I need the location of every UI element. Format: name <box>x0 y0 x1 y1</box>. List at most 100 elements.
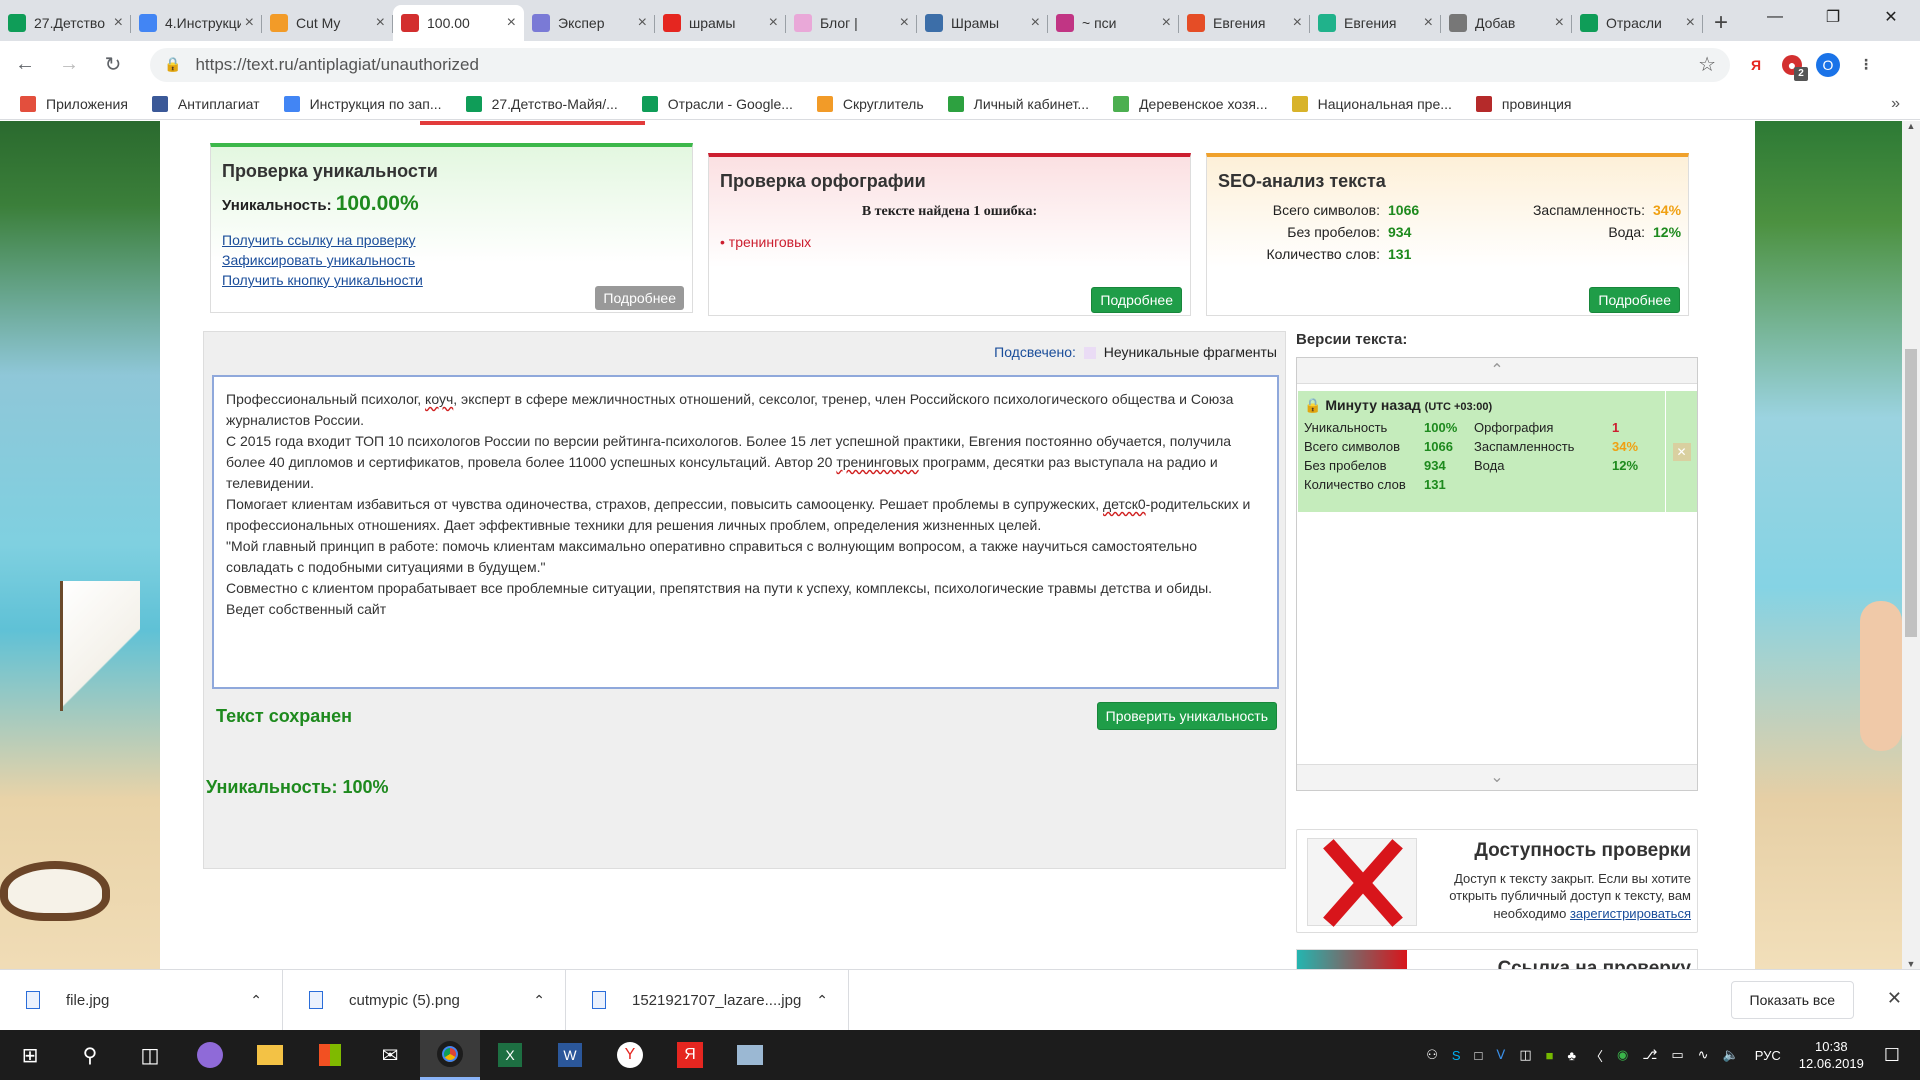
store-icon[interactable] <box>300 1030 360 1080</box>
bookmark-item[interactable]: провинция <box>1475 95 1572 112</box>
scroll-up-icon[interactable]: ▲ <box>1902 121 1920 131</box>
spelling-more-button[interactable]: Подробнее <box>1091 287 1182 313</box>
tab-label[interactable]: Блог | <box>820 15 896 31</box>
bookmark-label[interactable]: Скруглитель <box>843 96 924 112</box>
text-paragraph[interactable]: "Мой главный принцип в работе: помочь кл… <box>226 536 1265 578</box>
menu-icon[interactable]: ⋮ <box>1854 53 1878 77</box>
close-tab-icon[interactable]: × <box>376 14 385 32</box>
tab-label[interactable]: 100.00 <box>427 15 503 31</box>
scrollbar-thumb[interactable] <box>1905 349 1917 637</box>
bookmark-item[interactable]: Скруглитель <box>816 95 924 112</box>
network-drive-icon[interactable]: ◫ <box>1519 1047 1531 1063</box>
bookmark-item[interactable]: Приложения <box>20 95 128 112</box>
uniqueness-more-button[interactable]: Подробнее <box>595 286 684 310</box>
clock[interactable]: 10:38 12.06.2019 <box>1799 1038 1864 1072</box>
usb-icon[interactable]: ⎇ <box>1642 1047 1657 1063</box>
bookmark-item[interactable]: Отрасли - Google... <box>641 95 793 112</box>
chevron-down-icon[interactable]: ⌄ <box>1297 764 1697 790</box>
tab-blog[interactable]: Блог | × <box>786 5 917 41</box>
close-tab-icon[interactable]: × <box>1686 14 1695 32</box>
close-window-icon[interactable]: ✕ <box>1862 0 1920 34</box>
tab-label[interactable]: ~ пси <box>1082 15 1158 31</box>
shield-icon[interactable]: ◉ <box>1617 1047 1628 1063</box>
chevron-up-icon[interactable]: ⌃ <box>816 992 828 1009</box>
tab-textru[interactable]: 100.00 × <box>393 5 524 41</box>
tab-label[interactable]: Добав <box>1475 15 1551 31</box>
close-tab-icon[interactable]: × <box>1031 14 1040 32</box>
excel-icon[interactable]: X <box>480 1030 540 1080</box>
check-uniqueness-button[interactable]: Проверить уникальность <box>1096 702 1277 730</box>
bookmark-label[interactable]: Деревенское хозя... <box>1139 96 1268 112</box>
download-item[interactable]: 1521921707_lazare....jpg ⌃ <box>566 969 849 1031</box>
text-paragraph[interactable]: Ведет собственный сайт <box>226 599 1265 620</box>
volume-icon[interactable]: 🔈 <box>1723 1047 1739 1063</box>
word-icon[interactable]: W <box>540 1030 600 1080</box>
spelling-error-word[interactable]: тренинговых <box>729 234 811 250</box>
yandex-browser-icon[interactable]: Y <box>600 1030 660 1080</box>
close-downloads-icon[interactable]: ✕ <box>1887 988 1902 1009</box>
bookmarks-overflow-icon[interactable]: » <box>1891 95 1900 113</box>
bookmark-label[interactable]: провинция <box>1502 96 1572 112</box>
minimize-icon[interactable]: — <box>1746 0 1804 34</box>
wifi-off-icon[interactable]: 〈 <box>1590 1046 1603 1065</box>
battery-icon[interactable]: ▭ <box>1671 1047 1683 1063</box>
download-item[interactable]: file.jpg ⌃ <box>0 969 283 1031</box>
bookmark-label[interactable]: Личный кабинет... <box>974 96 1089 112</box>
close-tab-icon[interactable]: × <box>1162 14 1171 32</box>
seo-more-button[interactable]: Подробнее <box>1589 287 1680 313</box>
tab-label[interactable]: 4.Инструкция <box>165 15 241 31</box>
windows-start-icon[interactable]: ⊞ <box>0 1030 60 1080</box>
tab-instagram[interactable]: ~ пси × <box>1048 5 1179 41</box>
page-scrollbar[interactable]: ▲ ▼ <box>1902 121 1920 969</box>
tab-label[interactable]: Евгения <box>1213 15 1289 31</box>
tab-label[interactable]: 27.Детство <box>34 15 110 31</box>
close-tab-icon[interactable]: × <box>1424 14 1433 32</box>
bluetooth-icon[interactable]: ᐯ <box>1496 1047 1505 1063</box>
tab-label[interactable]: Cut My <box>296 15 372 31</box>
misspelled-word[interactable]: коуч <box>425 391 453 407</box>
close-tab-icon[interactable]: × <box>1555 14 1564 32</box>
search-icon[interactable]: ⚲ <box>60 1030 120 1080</box>
address-bar[interactable]: 🔒 https://text.ru/antiplagiat/unauthoriz… <box>150 47 1730 82</box>
adblock-ext-icon[interactable]: ● 2 <box>1782 54 1808 81</box>
text-paragraph[interactable]: Совместно с клиентом прорабатывает все п… <box>226 578 1265 599</box>
text-paragraph[interactable]: Помогает клиентам избавиться от чувства … <box>226 494 1265 536</box>
puzzle-icon[interactable]: ♣ <box>1567 1048 1576 1063</box>
tab-vk[interactable]: Добав × <box>1441 5 1572 41</box>
chevron-up-icon[interactable]: ⌃ <box>250 992 262 1009</box>
misspelled-word[interactable]: тренинговых <box>836 454 918 470</box>
alice-icon[interactable] <box>180 1030 240 1080</box>
text-input-area[interactable]: Профессиональный психолог, коуч, эксперт… <box>212 375 1279 689</box>
tab-sheets[interactable]: Отрасли × <box>1572 5 1703 41</box>
url-text[interactable]: https://text.ru/antiplagiat/unauthorized <box>195 55 479 75</box>
tablet-icon[interactable]: □ <box>1475 1048 1483 1063</box>
scroll-down-icon[interactable]: ▼ <box>1902 959 1920 969</box>
bookmark-label[interactable]: Национальная пре... <box>1318 96 1452 112</box>
tab-label[interactable]: Экспер <box>558 15 634 31</box>
get-check-link[interactable]: Получить ссылку на проверку <box>222 230 681 250</box>
yandex-ext-icon[interactable]: Я <box>1744 53 1768 77</box>
mail-icon[interactable]: ✉ <box>360 1030 420 1080</box>
people-icon[interactable]: ⚇ <box>1426 1047 1438 1063</box>
tab-expert[interactable]: Экспер × <box>524 5 655 41</box>
download-filename[interactable]: cutmypic (5).png <box>349 992 460 1009</box>
tab-label[interactable]: шрамы <box>689 15 765 31</box>
nvidia-icon[interactable]: ■ <box>1546 1048 1554 1063</box>
bookmark-item[interactable]: Инструкция по зап... <box>283 95 442 112</box>
skype-icon[interactable]: S <box>1452 1048 1461 1063</box>
profile-avatar[interactable]: O <box>1816 52 1840 77</box>
register-link[interactable]: зарегистрироваться <box>1570 906 1691 921</box>
download-filename[interactable]: file.jpg <box>66 992 109 1009</box>
version-entry[interactable]: 🔒 Минуту назад (UTC +03:00) Уникальность… <box>1298 391 1665 512</box>
tab-yandex[interactable]: шрамы × <box>655 5 786 41</box>
tab-label[interactable]: Шрамы <box>951 15 1027 31</box>
forward-icon[interactable]: → <box>50 46 88 84</box>
close-tab-icon[interactable]: × <box>900 14 909 32</box>
close-tab-icon[interactable]: × <box>507 14 516 32</box>
bookmark-item[interactable]: 27.Детство-Майя/... <box>465 95 618 112</box>
back-icon[interactable]: ← <box>6 46 44 84</box>
text-paragraph[interactable]: С 2015 года входит ТОП 10 психологов Рос… <box>226 431 1265 494</box>
bookmark-label[interactable]: Приложения <box>46 96 128 112</box>
bookmark-label[interactable]: Отрасли - Google... <box>668 96 793 112</box>
tab-b17[interactable]: Шрамы × <box>917 5 1048 41</box>
